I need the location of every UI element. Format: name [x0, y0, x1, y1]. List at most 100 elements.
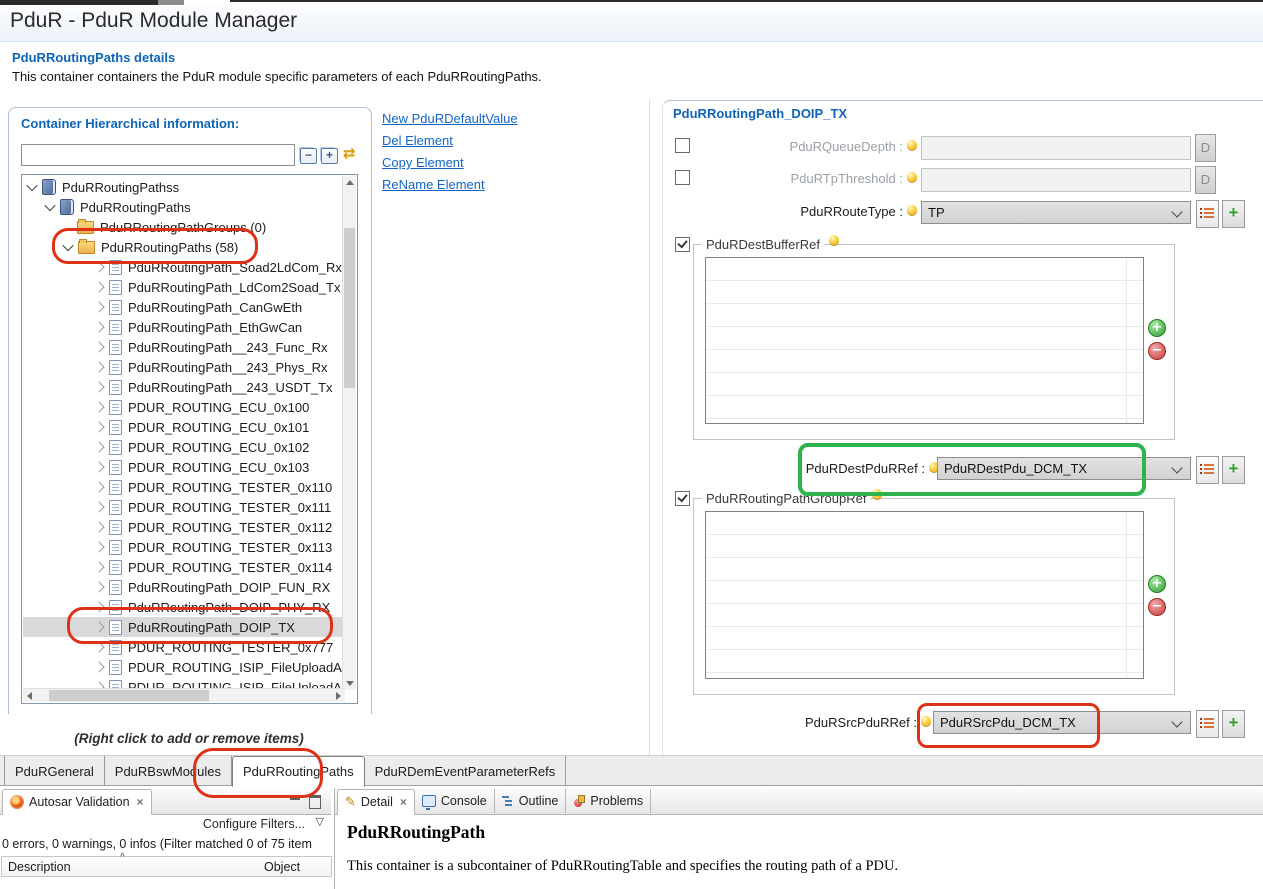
tree-item[interactable]: PDUR_ROUTING_TESTER_0x112	[23, 517, 344, 537]
tp-threshold-input[interactable]	[921, 168, 1191, 192]
module-tab-PduRGeneral[interactable]: PduRGeneral	[4, 756, 105, 786]
scroll-right-arrow[interactable]	[336, 692, 341, 700]
expand-all-icon[interactable]: +	[321, 148, 338, 164]
chevron-collapsed-icon[interactable]	[93, 521, 104, 532]
tree-item[interactable]: PDUR_ROUTING_ECU_0x101	[23, 417, 344, 437]
chevron-collapsed-icon[interactable]	[93, 341, 104, 352]
chevron-collapsed-icon[interactable]	[93, 281, 104, 292]
collapse-all-icon[interactable]: −	[300, 148, 317, 164]
tree-item[interactable]: PduRRoutingPath_EthGwCan	[23, 317, 344, 337]
tree-item[interactable]: PduRRoutingPath__243_USDT_Tx	[23, 377, 344, 397]
chevron-collapsed-icon[interactable]	[93, 401, 104, 412]
module-tab-PduRBswModules[interactable]: PduRBswModules	[105, 756, 232, 786]
chevron-expanded-icon[interactable]	[44, 200, 55, 211]
route-type-select[interactable]: TP	[921, 201, 1191, 224]
view-menu-icon[interactable]: ▽	[316, 815, 324, 828]
refresh-icon[interactable]: ⇄	[343, 144, 356, 162]
tp-threshold-checkbox[interactable]	[675, 170, 690, 185]
add-circle-icon[interactable]: +	[1148, 319, 1166, 337]
tree-item[interactable]: PduRRoutingPathss	[23, 177, 344, 197]
chevron-collapsed-icon[interactable]	[93, 441, 104, 452]
add-circle-icon[interactable]: +	[1148, 575, 1166, 593]
src-pdu-ref-add-button[interactable]: +	[1222, 710, 1245, 738]
tree-item[interactable]: PduRRoutingPath_Soad2LdCom_Rx	[23, 257, 344, 277]
tree-item[interactable]: PDUR_ROUTING_TESTER_0x113	[23, 537, 344, 557]
src-pdu-ref-select[interactable]: PduRSrcPdu_DCM_TX	[933, 711, 1191, 734]
tree-vertical-scrollbar[interactable]	[342, 176, 356, 690]
tree-item[interactable]: PDUR_ROUTING_ISIP_FileUploadAuth	[23, 657, 344, 677]
tab-outline[interactable]: Outline	[495, 789, 567, 813]
tree-item[interactable]: PDUR_ROUTING_TESTER_0x111	[23, 497, 344, 517]
chevron-collapsed-icon[interactable]	[93, 301, 104, 312]
chevron-expanded-icon[interactable]	[62, 240, 73, 251]
chevron-collapsed-icon[interactable]	[93, 361, 104, 372]
column-header-object[interactable]: Object	[258, 856, 332, 877]
column-header-description[interactable]: Description	[1, 856, 259, 877]
tree-item[interactable]: PduRRoutingPaths (58)	[23, 237, 344, 257]
tree-item[interactable]: PduRRoutingPath_DOIP_FUN_RX	[23, 577, 344, 597]
dest-pdu-ref-add-button[interactable]: +	[1222, 456, 1245, 484]
chevron-collapsed-icon[interactable]	[93, 481, 104, 492]
chevron-collapsed-icon[interactable]	[93, 581, 104, 592]
route-type-add-button[interactable]: +	[1222, 200, 1245, 228]
queue-depth-input[interactable]	[921, 136, 1191, 160]
chevron-collapsed-icon[interactable]	[93, 641, 104, 652]
tree-item[interactable]: PduRRoutingPath_CanGwEth	[23, 297, 344, 317]
tree-item[interactable]: PDUR_ROUTING_ECU_0x102	[23, 437, 344, 457]
maximize-icon[interactable]	[309, 795, 321, 809]
scroll-left-arrow[interactable]	[27, 692, 32, 700]
tree-item[interactable]: PduRRoutingPath_DOIP_TX	[23, 617, 344, 637]
tree-filter-input[interactable]	[21, 144, 295, 166]
routing-path-group-ref-checkbox[interactable]	[675, 491, 690, 506]
dest-buffer-ref-list[interactable]	[705, 257, 1144, 424]
tree-item[interactable]: PDUR_ROUTING_TESTER_0x110	[23, 477, 344, 497]
chevron-expanded-icon[interactable]	[26, 180, 37, 191]
chevron-collapsed-icon[interactable]	[93, 461, 104, 472]
action-link[interactable]: Del Element	[382, 130, 518, 152]
tab-detail[interactable]: ✎Detail×	[337, 789, 415, 815]
module-tab-PduRDemEventParameterRefs[interactable]: PduRDemEventParameterRefs	[365, 756, 567, 786]
chevron-collapsed-icon[interactable]	[93, 661, 104, 672]
tree-item[interactable]: PduRRoutingPath__243_Func_Rx	[23, 337, 344, 357]
close-icon[interactable]: ×	[137, 795, 144, 809]
action-link[interactable]: Copy Element	[382, 152, 518, 174]
chevron-collapsed-icon[interactable]	[93, 381, 104, 392]
route-type-list-button[interactable]	[1196, 200, 1219, 228]
module-tab-PduRRoutingPaths[interactable]: PduRRoutingPaths	[232, 756, 365, 787]
tree-horizontal-scrollbar[interactable]	[23, 688, 345, 702]
tree-item[interactable]: PduRRoutingPath_DOIP_PHY_RX	[23, 597, 344, 617]
queue-depth-default-button[interactable]: D	[1195, 134, 1216, 162]
dest-buffer-ref-checkbox[interactable]	[675, 237, 690, 252]
vertical-scroll-thumb[interactable]	[344, 228, 355, 388]
tab-autosar-validation[interactable]: Autosar Validation ×	[2, 789, 152, 815]
tree-item[interactable]: PduRRoutingPath_LdCom2Soad_Tx	[23, 277, 344, 297]
horizontal-scroll-thumb[interactable]	[49, 690, 209, 701]
tree-item[interactable]: PDUR_ROUTING_ECU_0x100	[23, 397, 344, 417]
action-link[interactable]: ReName Element	[382, 174, 518, 196]
chevron-collapsed-icon[interactable]	[93, 321, 104, 332]
tp-threshold-default-button[interactable]: D	[1195, 166, 1216, 194]
tree-item[interactable]: PDUR_ROUTING_TESTER_0x114	[23, 557, 344, 577]
remove-circle-icon[interactable]: −	[1148, 598, 1166, 616]
tab-console[interactable]: Console	[415, 789, 495, 813]
chevron-collapsed-icon[interactable]	[93, 421, 104, 432]
panel-sash[interactable]	[649, 100, 650, 755]
routing-path-group-ref-list[interactable]	[705, 511, 1144, 679]
remove-circle-icon[interactable]: −	[1148, 342, 1166, 360]
configure-filters-button[interactable]: Configure Filters...	[203, 817, 305, 831]
chevron-collapsed-icon[interactable]	[93, 261, 104, 272]
src-pdu-ref-list-button[interactable]	[1196, 710, 1219, 738]
dest-pdu-ref-list-button[interactable]	[1196, 456, 1219, 484]
action-link[interactable]: New PduRDefaultValue	[382, 108, 518, 130]
tree-item[interactable]: PDUR_ROUTING_ECU_0x103	[23, 457, 344, 477]
minimize-icon[interactable]	[290, 796, 301, 806]
tab-problems[interactable]: Problems	[566, 789, 651, 813]
tree-item[interactable]: PduRRoutingPathGroups (0)	[23, 217, 344, 237]
scroll-up-arrow[interactable]	[346, 180, 354, 185]
tree-item[interactable]: PduRRoutingPath__243_Phys_Rx	[23, 357, 344, 377]
close-icon[interactable]: ×	[400, 795, 407, 809]
chevron-collapsed-icon[interactable]	[93, 601, 104, 612]
chevron-collapsed-icon[interactable]	[93, 541, 104, 552]
dest-pdu-ref-select[interactable]: PduRDestPdu_DCM_TX	[937, 457, 1191, 480]
chevron-collapsed-icon[interactable]	[93, 621, 104, 632]
